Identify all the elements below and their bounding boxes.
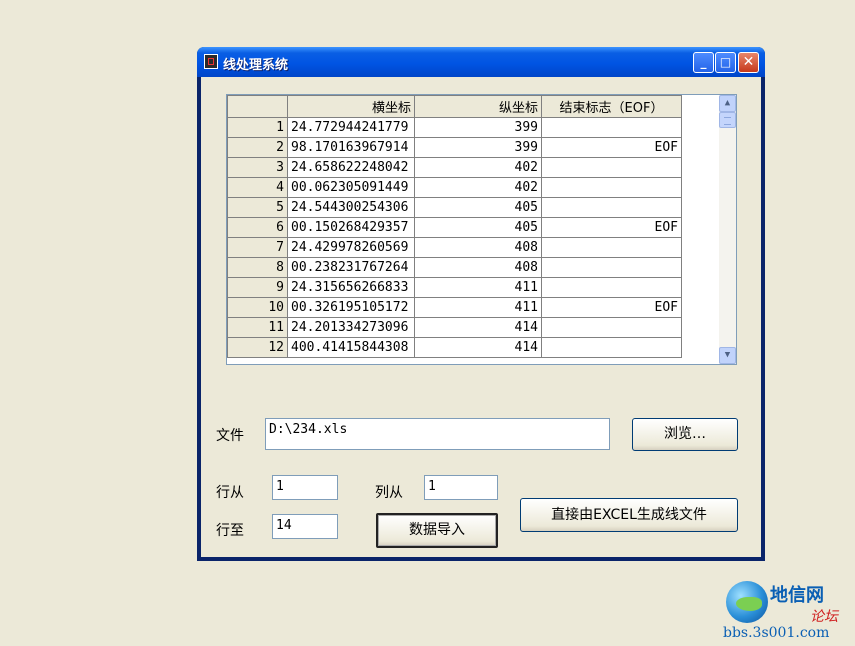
table-row[interactable]: 8 00.238231767264 408 [227, 257, 682, 278]
eof-cell[interactable]: EOF [541, 217, 682, 238]
y-cell[interactable]: 405 [414, 197, 542, 218]
eof-cell[interactable]: EOF [541, 137, 682, 158]
eof-cell[interactable] [541, 257, 682, 278]
close-button[interactable]: ✕ [738, 52, 759, 73]
x-cell[interactable]: 98.170163967914 [287, 137, 415, 158]
eof-cell[interactable] [541, 117, 682, 138]
file-label: 文件 [216, 428, 244, 444]
row-index-cell[interactable]: 4 [227, 177, 288, 198]
row-from-label: 行从 [216, 485, 244, 501]
maximize-button[interactable]: □ [715, 52, 736, 73]
row-index-cell[interactable]: 2 [227, 137, 288, 158]
table-row[interactable]: 9 24.315656266833 411 [227, 277, 682, 298]
main-window: 线处理系统 _ □ ✕ 横坐标 纵坐标 结束标志（EOF） 1 24.772944… [197, 47, 765, 561]
header-y[interactable]: 纵坐标 [414, 95, 542, 118]
table-row[interactable]: 1 24.772944241779 399 [227, 117, 682, 138]
y-cell[interactable]: 399 [414, 117, 542, 138]
x-cell[interactable]: 24.315656266833 [287, 277, 415, 298]
row-index-cell[interactable]: 12 [227, 337, 288, 358]
y-cell[interactable]: 402 [414, 157, 542, 178]
row-to-input[interactable]: 14 [272, 514, 338, 539]
y-cell[interactable]: 414 [414, 337, 542, 358]
table-row[interactable]: 2 98.170163967914 399 EOF [227, 137, 682, 158]
row-index-cell[interactable]: 11 [227, 317, 288, 338]
header-row: 横坐标 纵坐标 结束标志（EOF） [227, 95, 682, 118]
y-cell[interactable]: 399 [414, 137, 542, 158]
eof-cell[interactable] [541, 177, 682, 198]
row-index-cell[interactable]: 7 [227, 237, 288, 258]
y-cell[interactable]: 411 [414, 297, 542, 318]
y-cell[interactable]: 414 [414, 317, 542, 338]
globe-icon [726, 581, 768, 623]
eof-cell[interactable] [541, 337, 682, 358]
vertical-scrollbar[interactable]: ▲ ▼ [719, 95, 736, 364]
row-index-cell[interactable]: 3 [227, 157, 288, 178]
scroll-thumb[interactable] [719, 112, 736, 128]
x-cell[interactable]: 00.326195105172 [287, 297, 415, 318]
import-data-button[interactable]: 数据导入 [376, 513, 498, 548]
row-index-cell[interactable]: 8 [227, 257, 288, 278]
watermark-name: 地信网 [770, 585, 824, 606]
row-index-cell[interactable]: 6 [227, 217, 288, 238]
watermark-sub: 论坛 [810, 609, 838, 625]
x-cell[interactable]: 00.238231767264 [287, 257, 415, 278]
x-cell[interactable]: 400.41415844308 [287, 337, 415, 358]
col-from-input[interactable]: 1 [424, 475, 498, 500]
eof-cell[interactable] [541, 317, 682, 338]
table-row[interactable]: 11 24.201334273096 414 [227, 317, 682, 338]
eof-cell[interactable] [541, 197, 682, 218]
row-to-label: 行至 [216, 523, 244, 539]
browse-button[interactable]: 浏览… [632, 418, 738, 451]
eof-cell[interactable] [541, 237, 682, 258]
header-corner[interactable] [227, 95, 288, 118]
x-cell[interactable]: 24.429978260569 [287, 237, 415, 258]
table-row[interactable]: 5 24.544300254306 405 [227, 197, 682, 218]
table-row[interactable]: 6 00.150268429357 405 EOF [227, 217, 682, 238]
scroll-up-icon[interactable]: ▲ [719, 95, 736, 112]
table-row[interactable]: 4 00.062305091449 402 [227, 177, 682, 198]
row-index-cell[interactable]: 5 [227, 197, 288, 218]
window-title: 线处理系统 [223, 58, 289, 73]
eof-cell[interactable] [541, 157, 682, 178]
col-from-label: 列从 [375, 485, 403, 501]
y-cell[interactable]: 411 [414, 277, 542, 298]
excel-generate-button[interactable]: 直接由EXCEL生成线文件 [520, 498, 738, 532]
header-eof[interactable]: 结束标志（EOF） [541, 95, 682, 118]
row-index-cell[interactable]: 9 [227, 277, 288, 298]
client-area: 横坐标 纵坐标 结束标志（EOF） 1 24.772944241779 399 2 98… [201, 77, 761, 557]
scroll-down-icon[interactable]: ▼ [719, 347, 736, 364]
table-row[interactable]: 12 400.41415844308 414 [227, 337, 682, 358]
x-cell[interactable]: 24.772944241779 [287, 117, 415, 138]
x-cell[interactable]: 00.062305091449 [287, 177, 415, 198]
y-cell[interactable]: 402 [414, 177, 542, 198]
app-icon[interactable] [204, 54, 218, 69]
y-cell[interactable]: 408 [414, 237, 542, 258]
header-x[interactable]: 横坐标 [287, 95, 415, 118]
row-index-cell[interactable]: 10 [227, 297, 288, 318]
watermark-url: bbs.3s001.com [723, 625, 830, 641]
x-cell[interactable]: 00.150268429357 [287, 217, 415, 238]
row-index-cell[interactable]: 1 [227, 117, 288, 138]
eof-cell[interactable]: EOF [541, 297, 682, 318]
file-path-input[interactable]: D:\234.xls [265, 418, 610, 450]
eof-cell[interactable] [541, 277, 682, 298]
watermark-logo: 地信网 论坛 bbs.3s001.com [720, 578, 855, 646]
row-from-input[interactable]: 1 [272, 475, 338, 500]
table-row[interactable]: 7 24.429978260569 408 [227, 237, 682, 258]
x-cell[interactable]: 24.201334273096 [287, 317, 415, 338]
y-cell[interactable]: 408 [414, 257, 542, 278]
data-grid[interactable]: 横坐标 纵坐标 结束标志（EOF） 1 24.772944241779 399 2 98… [226, 94, 737, 365]
y-cell[interactable]: 405 [414, 217, 542, 238]
data-table: 横坐标 纵坐标 结束标志（EOF） 1 24.772944241779 399 2 98… [227, 95, 682, 358]
x-cell[interactable]: 24.544300254306 [287, 197, 415, 218]
table-row[interactable]: 10 00.326195105172 411 EOF [227, 297, 682, 318]
table-row[interactable]: 3 24.658622248042 402 [227, 157, 682, 178]
minimize-button[interactable]: _ [693, 52, 714, 73]
title-bar[interactable]: 线处理系统 _ □ ✕ [197, 47, 765, 77]
x-cell[interactable]: 24.658622248042 [287, 157, 415, 178]
